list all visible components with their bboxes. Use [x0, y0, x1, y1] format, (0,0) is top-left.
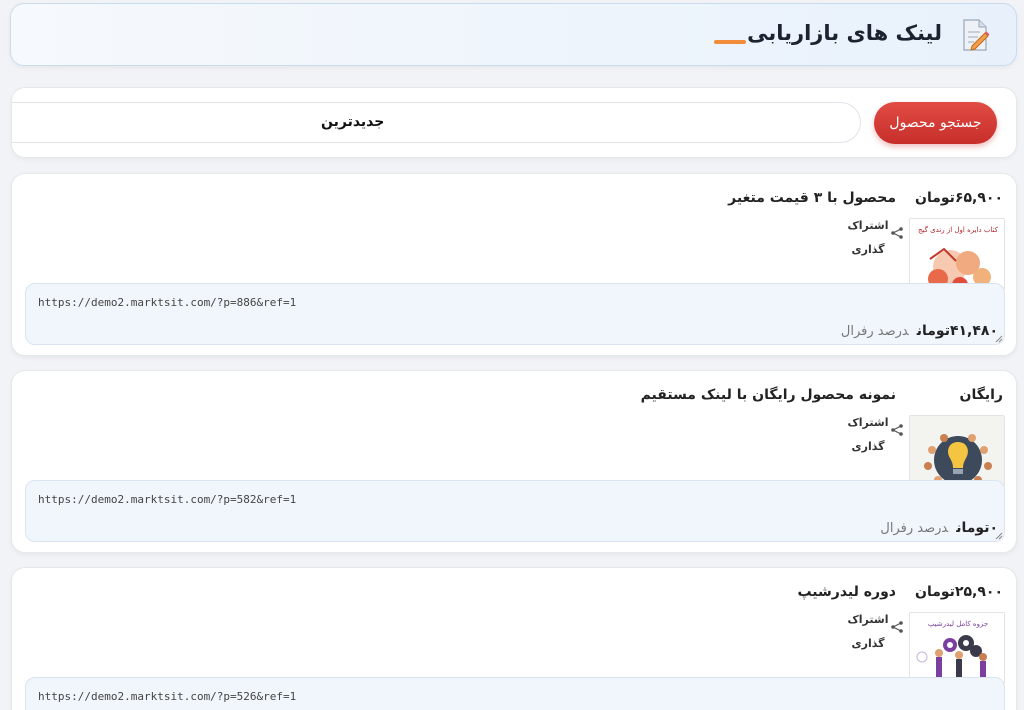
product-title: دوره لیدرشیپ [797, 584, 896, 600]
product-title: محصول با ۳ قیمت متغیر [728, 190, 896, 206]
product-price: ۶۵,۹۰۰تومان [915, 190, 1003, 206]
affiliate-link-url: https://demo2.marktsit.com/?p=526&ref=1 [38, 690, 297, 703]
search-product-button[interactable]: جستجو محصول [874, 102, 997, 144]
share-icon[interactable] [890, 423, 904, 437]
product-thumbnail[interactable] [909, 415, 1005, 487]
product-card: ۲۵,۹۰۰تومان دوره لیدرشیپ جزوه کامل لیدرش… [11, 567, 1017, 710]
affiliate-link-url: https://demo2.marktsit.com/?p=886&ref=1 [38, 296, 297, 309]
commission-label: درصد رفرال [880, 521, 949, 536]
product-card: رایگان نمونه محصول رایگان با لینک مستقیم… [11, 370, 1017, 553]
commission-value: ۰تومان [956, 520, 998, 536]
affiliate-link-url: https://demo2.marktsit.com/?p=582&ref=1 [38, 493, 297, 506]
affiliate-link-field[interactable]: https://demo2.marktsit.com/?p=526&ref=1 [25, 677, 1005, 710]
page-title: لینک های بازاریابی [747, 21, 942, 45]
page-header: لینک های بازاریابی [10, 3, 1017, 66]
share-button-label[interactable]: اشتراک گذاری [846, 608, 890, 656]
share-button-label[interactable]: اشتراک گذاری [846, 411, 890, 459]
header-accent-bar [714, 40, 746, 44]
sort-selected-value: جدیدترین [321, 114, 385, 130]
commission-value: ۴۱,۴۸۰تومان [916, 323, 998, 339]
affiliate-link-field[interactable]: https://demo2.marktsit.com/?p=582&ref=1 … [25, 480, 1005, 542]
product-thumbnail[interactable]: کتاب دایره اول از رندی گیج [909, 218, 1005, 290]
share-button-label[interactable]: اشتراک گذاری [846, 214, 890, 262]
commission-row: ۰تومان درصد رفرال [880, 520, 998, 536]
edit-document-icon [963, 19, 990, 51]
product-price: رایگان [959, 387, 1003, 403]
product-thumbnail[interactable]: جزوه کامل لیدرشیپ [909, 612, 1005, 684]
thumbnail-caption: جزوه کامل لیدرشیپ [928, 620, 988, 628]
commission-label: درصد رفرال [840, 324, 909, 339]
resize-grip-icon[interactable] [995, 335, 1003, 343]
commission-row: ۴۱,۴۸۰تومان درصد رفرال [841, 323, 998, 339]
affiliate-link-field[interactable]: https://demo2.marktsit.com/?p=886&ref=1 … [25, 283, 1005, 345]
resize-grip-icon[interactable] [995, 532, 1003, 540]
sort-select[interactable]: جدیدترین [12, 102, 861, 143]
product-card: ۶۵,۹۰۰تومان محصول با ۳ قیمت متغیر کتاب د… [11, 173, 1017, 356]
thumbnail-caption: کتاب دایره اول از رندی گیج [918, 225, 999, 234]
share-icon[interactable] [890, 620, 904, 634]
product-title: نمونه محصول رایگان با لینک مستقیم [640, 387, 896, 403]
search-panel: جدیدترین جستجو محصول [11, 87, 1017, 158]
product-price: ۲۵,۹۰۰تومان [915, 584, 1003, 600]
share-icon[interactable] [890, 226, 904, 240]
